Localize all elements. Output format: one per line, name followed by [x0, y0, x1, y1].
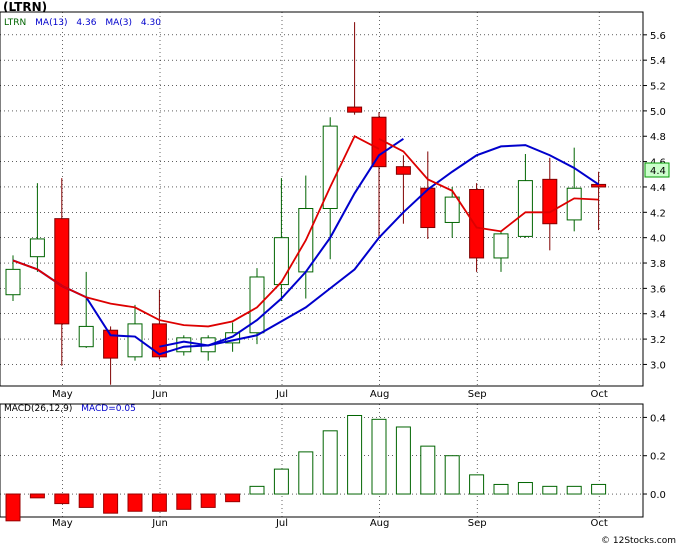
macd-bar-positive: [517, 482, 533, 495]
candle-body-down: [347, 106, 363, 113]
macd-x-tick-label: Sep: [468, 518, 487, 529]
macd-bar-negative: [54, 493, 70, 505]
macd-bar-positive: [542, 485, 558, 495]
legend-ma13-value: 4.36: [76, 18, 96, 28]
legend-ma3-label: MA(3): [105, 18, 132, 28]
macd-x-axis: May Jun Jul Aug Sep Oct: [52, 518, 608, 529]
macd-bar-negative: [29, 493, 45, 499]
macd-bar-positive: [469, 474, 485, 495]
macd-bar-positive: [420, 445, 436, 495]
legend-ma13-label: MA(13): [35, 18, 67, 28]
candle-body-down: [591, 183, 607, 188]
price-x-tick-label: Sep: [468, 389, 487, 400]
macd-bar-negative: [151, 493, 167, 512]
macd-x-tick-label: Jul: [275, 518, 288, 529]
macd-x-tick-label: Oct: [591, 518, 608, 529]
price-y-tick-label: 4.4: [650, 183, 666, 194]
macd-bar-positive: [298, 451, 314, 495]
macd-bar-positive: [347, 414, 363, 495]
last-price-tag: 4.4: [644, 162, 670, 178]
candle-body-up: [176, 337, 192, 353]
price-x-axis: May Jun Jul Aug Sep Oct: [52, 389, 608, 400]
macd-bar-positive: [444, 455, 460, 495]
candle-body-down: [395, 166, 411, 175]
price-y-axis: 3.03.23.43.63.84.04.24.44.64.85.05.25.45…: [643, 31, 666, 371]
price-y-tick-label: 4.0: [650, 234, 666, 245]
macd-bar-positive: [371, 418, 387, 495]
candle-body-up: [78, 325, 94, 348]
legend-ticker: LTRN: [4, 18, 26, 28]
macd-bar-positive: [322, 430, 338, 495]
macd-bar-negative: [225, 493, 241, 503]
macd-y-axis: 0.0 0.2 0.4: [643, 413, 666, 501]
macd-bar-positive: [591, 483, 607, 495]
macd-x-tick-label: Jun: [151, 518, 168, 529]
price-x-tick-label: May: [52, 389, 73, 400]
candle-body-down: [54, 218, 70, 325]
price-x-tick-label: Jun: [151, 389, 168, 400]
macd-x-tick-label: Aug: [370, 518, 390, 529]
candle-body-up: [566, 187, 582, 221]
price-y-tick-label: 3.6: [650, 284, 666, 295]
price-y-tick-label: 3.4: [650, 310, 666, 321]
candle-body-up: [5, 268, 21, 296]
candle-body-up: [29, 238, 45, 258]
price-y-tick-label: 4.8: [650, 132, 666, 143]
price-y-tick-label: 5.0: [650, 107, 666, 118]
macd-bar-negative: [103, 493, 119, 514]
macd-bar-positive: [273, 468, 289, 495]
macd-x-tick-label: May: [52, 518, 73, 529]
stock-chart: 3.03.23.43.63.84.04.24.44.64.85.05.25.45…: [0, 11, 676, 546]
macd-panel-frame: [0, 403, 644, 518]
macd-bar-negative: [5, 493, 21, 522]
macd-bar-positive: [566, 485, 582, 495]
macd-bar-positive: [249, 485, 265, 495]
macd-bar-negative: [78, 493, 94, 508]
macd-y-tick-label: 0.0: [650, 490, 666, 501]
price-y-tick-label: 5.6: [650, 31, 666, 42]
macd-legend-params: MACD(26,12,9): [4, 404, 72, 414]
price-y-tick-label: 4.2: [650, 208, 666, 219]
price-y-tick-label: 3.2: [650, 335, 666, 346]
price-y-tick-label: 5.2: [650, 82, 666, 93]
candle-body-up: [493, 233, 509, 259]
macd-legend: MACD(26,12,9) MACD=0.05: [4, 404, 136, 414]
macd-bar-negative: [176, 493, 192, 510]
macd-bar-positive: [395, 426, 411, 495]
price-y-tick-label: 5.4: [650, 56, 666, 67]
watermark: © 12Stocks.com: [601, 536, 676, 546]
candle-body-down: [469, 188, 485, 259]
candle-body-up: [273, 237, 289, 286]
candle-body-up: [517, 180, 533, 237]
price-x-tick-label: Jul: [275, 389, 288, 400]
price-x-tick-label: Oct: [591, 389, 608, 400]
macd-bar-positive: [493, 483, 509, 495]
macd-bar-negative: [200, 493, 216, 508]
price-y-tick-label: 3.8: [650, 259, 666, 270]
macd-legend-value: MACD=0.05: [81, 404, 136, 414]
last-price-value: 4.4: [650, 166, 666, 177]
price-y-tick-label: 3.0: [650, 360, 666, 371]
macd-y-tick-label: 0.2: [650, 452, 666, 463]
candle-body-up: [444, 196, 460, 223]
candle-body-down: [542, 178, 558, 225]
macd-y-tick-label: 0.4: [650, 413, 666, 424]
legend-ma3-value: 4.30: [141, 18, 161, 28]
macd-bar-negative: [127, 493, 143, 512]
price-x-tick-label: Aug: [370, 389, 390, 400]
